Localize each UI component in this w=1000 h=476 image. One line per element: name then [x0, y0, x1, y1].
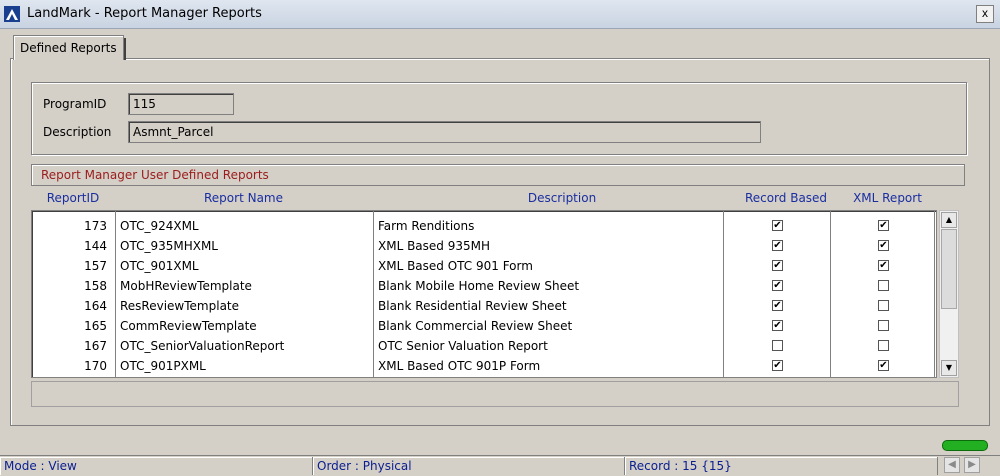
grid-scrollbar[interactable]: ▲ ▼ — [939, 210, 959, 378]
cell-report-id[interactable]: 158 — [32, 276, 107, 296]
cell-report-id[interactable]: 157 — [32, 256, 107, 276]
column-header-record-based[interactable]: Record Based — [737, 191, 835, 205]
column-header-report-name[interactable]: Report Name — [116, 191, 371, 205]
record-based-checkbox[interactable]: ✔ — [772, 260, 783, 271]
grid-footer — [31, 381, 959, 407]
xml-report-checkbox[interactable]: ✔ — [878, 240, 889, 251]
cell-description[interactable]: Blank Commercial Review Sheet — [378, 316, 572, 336]
record-based-checkbox[interactable] — [772, 340, 783, 351]
cell-report-name[interactable]: OTC_SeniorValuationReport — [120, 336, 284, 356]
cell-description[interactable]: Blank Mobile Home Review Sheet — [378, 276, 579, 296]
table-row[interactable]: 167 OTC_SeniorValuationReport OTC Senior V… — [32, 336, 936, 356]
cell-report-name[interactable]: OTC_935MHXML — [120, 236, 218, 256]
table-row[interactable]: 165 CommReviewTemplate Blank Commercial Re… — [32, 316, 936, 336]
status-mode: Mode : View — [0, 457, 313, 475]
cell-description[interactable]: XML Based 935MH — [378, 236, 490, 256]
record-based-checkbox[interactable]: ✔ — [772, 320, 783, 331]
scroll-down-icon[interactable]: ▼ — [941, 360, 957, 376]
tab-defined-reports[interactable]: Defined Reports — [13, 35, 126, 60]
cell-report-name[interactable]: OTC_924XML — [120, 216, 199, 236]
cell-report-id[interactable]: 167 — [32, 336, 107, 356]
cell-report-name[interactable]: MobHReviewTemplate — [120, 276, 252, 296]
record-based-checkbox[interactable]: ✔ — [772, 240, 783, 251]
table-row[interactable]: 170 OTC_901PXML XML Based OTC 901P Form ✔ ✔ — [32, 356, 936, 376]
cell-description[interactable]: OTC Senior Valuation Report — [378, 336, 548, 356]
cell-report-id[interactable]: 164 — [32, 296, 107, 316]
cell-report-name[interactable]: OTC_901PXML — [120, 356, 206, 376]
scroll-up-icon[interactable]: ▲ — [941, 212, 957, 228]
tab-label: Defined Reports — [20, 41, 117, 55]
cell-report-id[interactable]: 173 — [32, 216, 107, 236]
cell-description[interactable]: Blank Residential Review Sheet — [378, 296, 567, 316]
cell-report-id[interactable]: 165 — [32, 316, 107, 336]
landmark-logo-icon — [4, 6, 20, 22]
cell-report-name[interactable]: OTC_901XML — [120, 256, 199, 276]
title-bar: LandMark - Report Manager Reports x — [0, 0, 1000, 29]
status-bar: Mode : View Order : Physical Record : 15… — [0, 455, 1000, 476]
tab-edge — [123, 38, 126, 60]
cell-report-id[interactable]: 144 — [32, 236, 107, 256]
table-row[interactable]: 158 MobHReviewTemplate Blank Mobile Home R… — [32, 276, 936, 296]
record-based-checkbox[interactable]: ✔ — [772, 280, 783, 291]
table-row[interactable]: 144 OTC_935MHXML XML Based 935MH ✔ ✔ — [32, 236, 936, 256]
xml-report-checkbox[interactable] — [878, 280, 889, 291]
xml-report-checkbox[interactable] — [878, 300, 889, 311]
next-record-icon[interactable]: ▶ — [964, 457, 980, 473]
cell-description[interactable]: XML Based OTC 901 Form — [378, 256, 533, 276]
prev-record-icon[interactable]: ◀ — [944, 457, 960, 473]
status-record: Record : 15 {15} — [625, 457, 938, 475]
program-id-label: ProgramID — [43, 97, 107, 111]
record-based-checkbox[interactable]: ✔ — [772, 220, 783, 231]
table-row[interactable]: 164 ResReviewTemplate Blank Residential Re… — [32, 296, 936, 316]
column-header-description[interactable]: Description — [375, 191, 749, 205]
xml-report-checkbox[interactable]: ✔ — [878, 220, 889, 231]
xml-report-checkbox[interactable] — [878, 320, 889, 331]
scroll-thumb[interactable] — [941, 229, 957, 309]
column-header-xml-report[interactable]: XML Report — [840, 191, 935, 205]
column-header-reportid[interactable]: ReportID — [38, 191, 108, 205]
reports-group-title: Report Manager User Defined Reports — [31, 164, 965, 186]
xml-report-checkbox[interactable]: ✔ — [878, 360, 889, 371]
description-label: Description — [43, 125, 112, 139]
reports-grid[interactable]: 173 OTC_924XML Farm Renditions ✔ ✔ 144 OTC_935… — [31, 210, 937, 378]
cell-description[interactable]: Farm Renditions — [378, 216, 474, 236]
description-field[interactable]: Asmnt_Parcel — [128, 121, 761, 143]
table-row[interactable]: 173 OTC_924XML Farm Renditions ✔ ✔ — [32, 216, 936, 236]
record-based-checkbox[interactable]: ✔ — [772, 360, 783, 371]
cell-report-id[interactable]: 170 — [32, 356, 107, 376]
program-id-field[interactable]: 115 — [128, 93, 234, 115]
status-led-icon — [942, 440, 988, 451]
record-based-checkbox[interactable]: ✔ — [772, 300, 783, 311]
close-button[interactable]: x — [976, 5, 994, 23]
window-title: LandMark - Report Manager Reports — [27, 6, 262, 21]
table-row[interactable]: 157 OTC_901XML XML Based OTC 901 Form ✔ ✔ — [32, 256, 936, 276]
cell-report-name[interactable]: CommReviewTemplate — [120, 316, 257, 336]
xml-report-checkbox[interactable] — [878, 340, 889, 351]
cell-report-name[interactable]: ResReviewTemplate — [120, 296, 239, 316]
status-order: Order : Physical — [313, 457, 625, 475]
xml-report-checkbox[interactable]: ✔ — [878, 260, 889, 271]
cell-description[interactable]: XML Based OTC 901P Form — [378, 356, 540, 376]
